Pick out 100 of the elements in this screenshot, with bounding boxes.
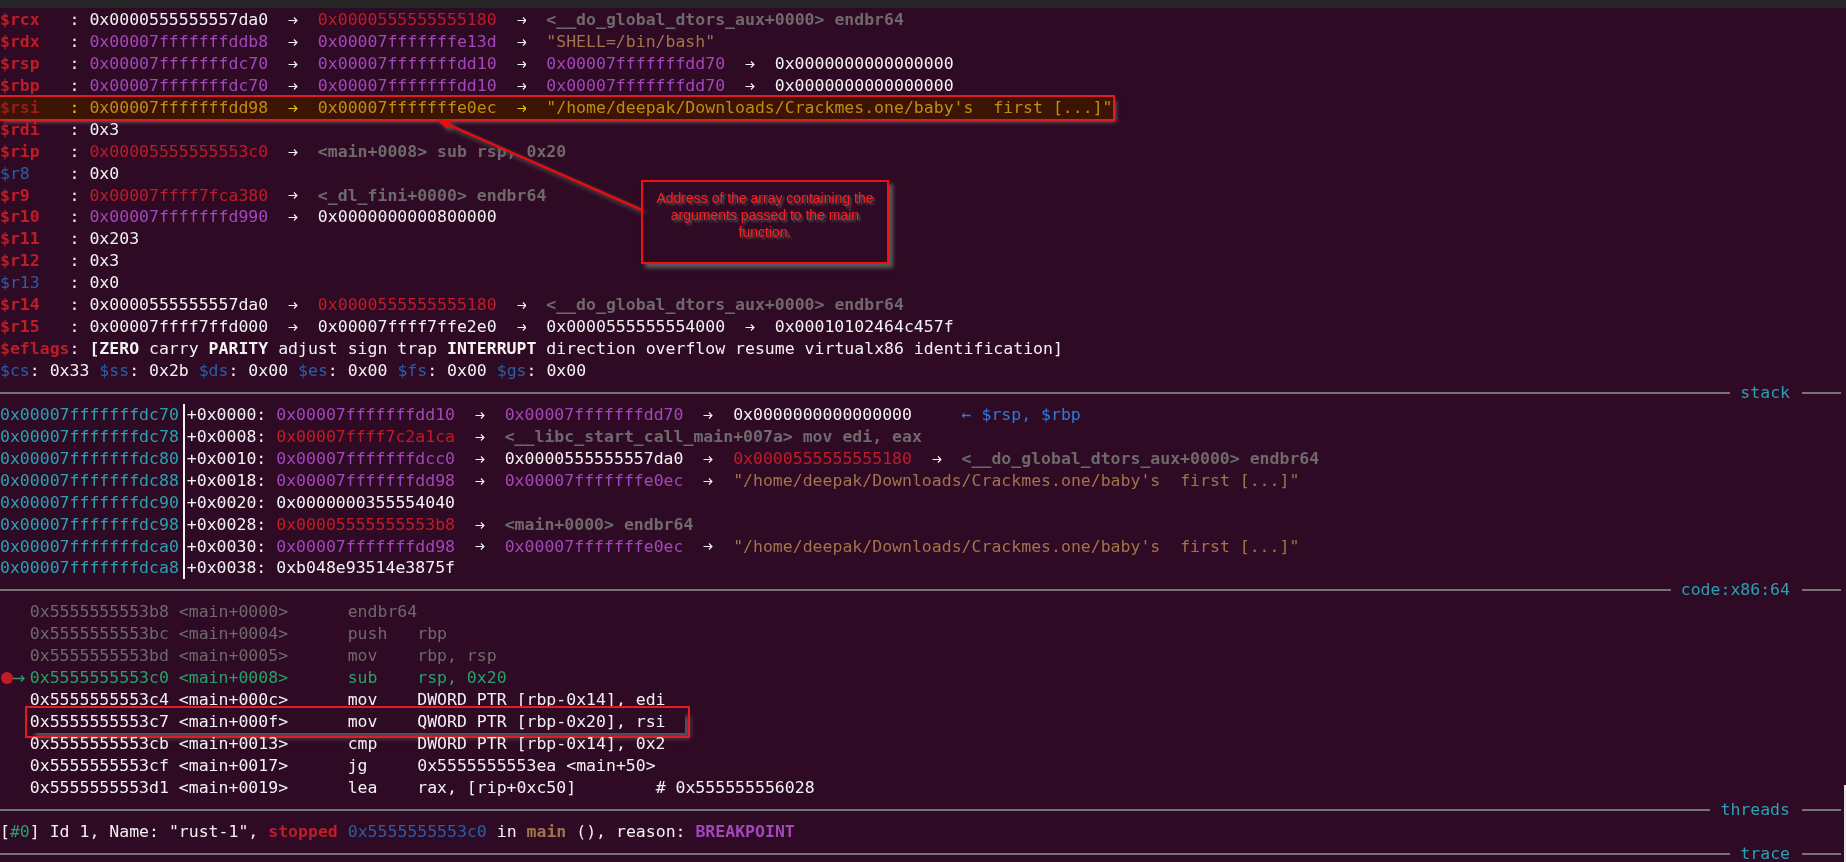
hex-value: 0x00 bbox=[447, 360, 487, 382]
stack-offset: +0x0010: bbox=[182, 447, 267, 470]
flag-name: carry bbox=[149, 338, 199, 360]
instruction-mnemonic: cmp bbox=[347, 732, 379, 755]
stack-address: 0x00007fffffffd990 bbox=[89, 206, 269, 229]
instruction-symbol: <main+0013> bbox=[178, 732, 290, 755]
flag-name: overflow bbox=[645, 338, 726, 360]
segment-register-name: $ds bbox=[198, 360, 229, 382]
hex-value: 0x0000555555557da0 bbox=[89, 9, 269, 31]
instruction-symbol: <main+0008> bbox=[178, 667, 290, 690]
flag-name: PARITY bbox=[208, 338, 269, 360]
instruction-operands: rax, [rip+0xc50] bbox=[417, 776, 577, 799]
symbol-reference: <__do_global_dtors_aux+0000> endbr64 bbox=[546, 294, 904, 317]
stack-slot-address: 0x00007fffffffdca0 bbox=[0, 535, 180, 558]
stack-slot-address: 0x00007fffffffdc98 bbox=[0, 513, 180, 536]
stack-offset: +0x0008: bbox=[182, 425, 267, 448]
stack-address: 0x00007fffffffdd10 bbox=[276, 403, 456, 426]
section-title: code:x86:64 bbox=[1680, 579, 1790, 602]
callout-note: Address of the array containing the arguments passed to the main function. bbox=[641, 180, 889, 264]
hex-value: 0x00007ffff7ffe2e0 bbox=[317, 316, 497, 339]
stack-address: 0x00007fffffffdd98 bbox=[276, 469, 456, 492]
separator-colon: : bbox=[69, 316, 80, 339]
section-title: threads bbox=[1720, 798, 1790, 821]
section-title: stack bbox=[1740, 381, 1790, 404]
instruction-mnemonic: mov bbox=[347, 689, 379, 711]
stack-address: 0x00007fffffffdd98 bbox=[89, 96, 269, 119]
instruction-address: 0x5555555553c7 bbox=[29, 711, 170, 733]
hex-value: 0x0000555555557da0 bbox=[89, 294, 269, 317]
instruction-operands: rbp, rsp bbox=[417, 645, 497, 668]
segment-register-name: $es bbox=[298, 360, 328, 382]
hex-value: 0x2b bbox=[149, 360, 189, 382]
instruction-mnemonic: endbr64 bbox=[347, 601, 418, 624]
flag-name: [ZERO bbox=[89, 338, 140, 360]
separator-colon: : bbox=[427, 360, 438, 382]
register-name: $r15 bbox=[0, 316, 41, 339]
flag-name: adjust bbox=[278, 338, 338, 360]
separator-colon: : bbox=[526, 360, 537, 382]
hex-value: 0x0 bbox=[89, 272, 120, 295]
instruction-symbol: <main+0017> bbox=[178, 754, 290, 777]
instruction-operands: DWORD PTR [rbp-0x14], 0x2 bbox=[417, 732, 666, 755]
symbol-reference: <__do_global_dtors_aux+0000> endbr64 bbox=[961, 447, 1320, 470]
instruction-symbol: <main+0005> bbox=[178, 645, 290, 668]
section-title: trace bbox=[1740, 842, 1790, 862]
separator-colon: : bbox=[327, 360, 338, 382]
stack-offset: +0x0018: bbox=[182, 469, 267, 492]
stack-slot-address: 0x00007fffffffdca8 bbox=[0, 557, 180, 580]
hex-value: 0x0000000000000000 bbox=[774, 74, 954, 97]
stack-address: 0x00007fffffffe0ec bbox=[504, 469, 684, 492]
symbol-reference: <_dl_fini+0000> endbr64 bbox=[317, 184, 547, 207]
register-name: $r10 bbox=[0, 206, 41, 229]
scrollbar-thumb[interactable] bbox=[1844, 785, 1846, 862]
instruction-address: 0x5555555553bc bbox=[29, 623, 170, 646]
stack-address: 0x00007fffffffddb8 bbox=[89, 30, 269, 53]
separator-colon: : bbox=[228, 360, 239, 382]
symbol-reference: <main+0008> sub rsp, 0x20 bbox=[317, 140, 567, 163]
instruction-mnemonic: mov bbox=[347, 711, 379, 733]
separator-colon: : bbox=[69, 250, 80, 273]
hex-value: 0x0000000000000000 bbox=[774, 52, 954, 75]
register-name: $rdx bbox=[0, 30, 41, 53]
string-value: "SHELL=/bin/bash" bbox=[546, 30, 716, 53]
instruction-symbol: <main+0000> bbox=[178, 601, 290, 624]
separator-colon: : bbox=[69, 96, 80, 119]
stack-address: 0x00007fffffffe0ec bbox=[317, 96, 497, 119]
separator-colon: : bbox=[129, 360, 140, 382]
segment-register-name: $fs bbox=[397, 360, 428, 382]
code-address: 0x0000555555555180 bbox=[317, 9, 497, 31]
register-name: $r13 bbox=[0, 272, 41, 295]
register-name: $r8 bbox=[0, 162, 31, 185]
separator-colon: : bbox=[69, 338, 80, 360]
hex-value: 0x0 bbox=[89, 162, 120, 185]
separator-colon: : bbox=[69, 206, 80, 229]
hex-value: 0x203 bbox=[89, 228, 140, 251]
instruction-address: 0x5555555553bd bbox=[29, 645, 170, 668]
instruction-mnemonic: lea bbox=[347, 776, 379, 799]
stack-offset: +0x0030: bbox=[182, 535, 267, 558]
flag-name: identification] bbox=[913, 338, 1063, 360]
stack-slot-address: 0x00007fffffffdc90 bbox=[0, 491, 180, 514]
separator-colon: : bbox=[69, 9, 80, 31]
stack-address: 0x00007fffffffdd70 bbox=[504, 403, 684, 426]
hex-value: 0x00 bbox=[546, 360, 587, 382]
separator-colon: : bbox=[29, 360, 40, 382]
symbol-reference: <__libc_start_call_main+007a> mov edi, eax bbox=[504, 425, 922, 448]
flag-name: virtualx86 bbox=[804, 338, 904, 360]
flag-name: direction bbox=[546, 338, 636, 360]
instruction-mnemonic: jg bbox=[347, 754, 369, 777]
register-name: $rsp bbox=[0, 52, 41, 75]
register-name: $rdi bbox=[0, 118, 41, 141]
register-name: $rcx bbox=[0, 9, 41, 31]
stack-address: 0x00007fffffffdcc0 bbox=[276, 447, 456, 470]
hex-value: 0x00 bbox=[347, 360, 388, 382]
hex-value: 0x0000000000800000 bbox=[317, 206, 497, 229]
separator-colon: : bbox=[69, 272, 80, 295]
register-name: $r12 bbox=[0, 250, 41, 273]
stack-address: 0x00007fffffffe13d bbox=[317, 30, 497, 53]
stack-address: 0x00007fffffffe0ec bbox=[504, 535, 684, 558]
code-address: 0x00005555555553b8 bbox=[276, 513, 456, 536]
register-pointer-note: ← $rsp, $rbp bbox=[961, 403, 1081, 426]
hex-value: 0x3 bbox=[89, 118, 120, 141]
stack-slot-address: 0x00007fffffffdc70 bbox=[0, 403, 180, 426]
instruction-operands: QWORD PTR [rbp-0x20], rsi bbox=[417, 711, 666, 733]
